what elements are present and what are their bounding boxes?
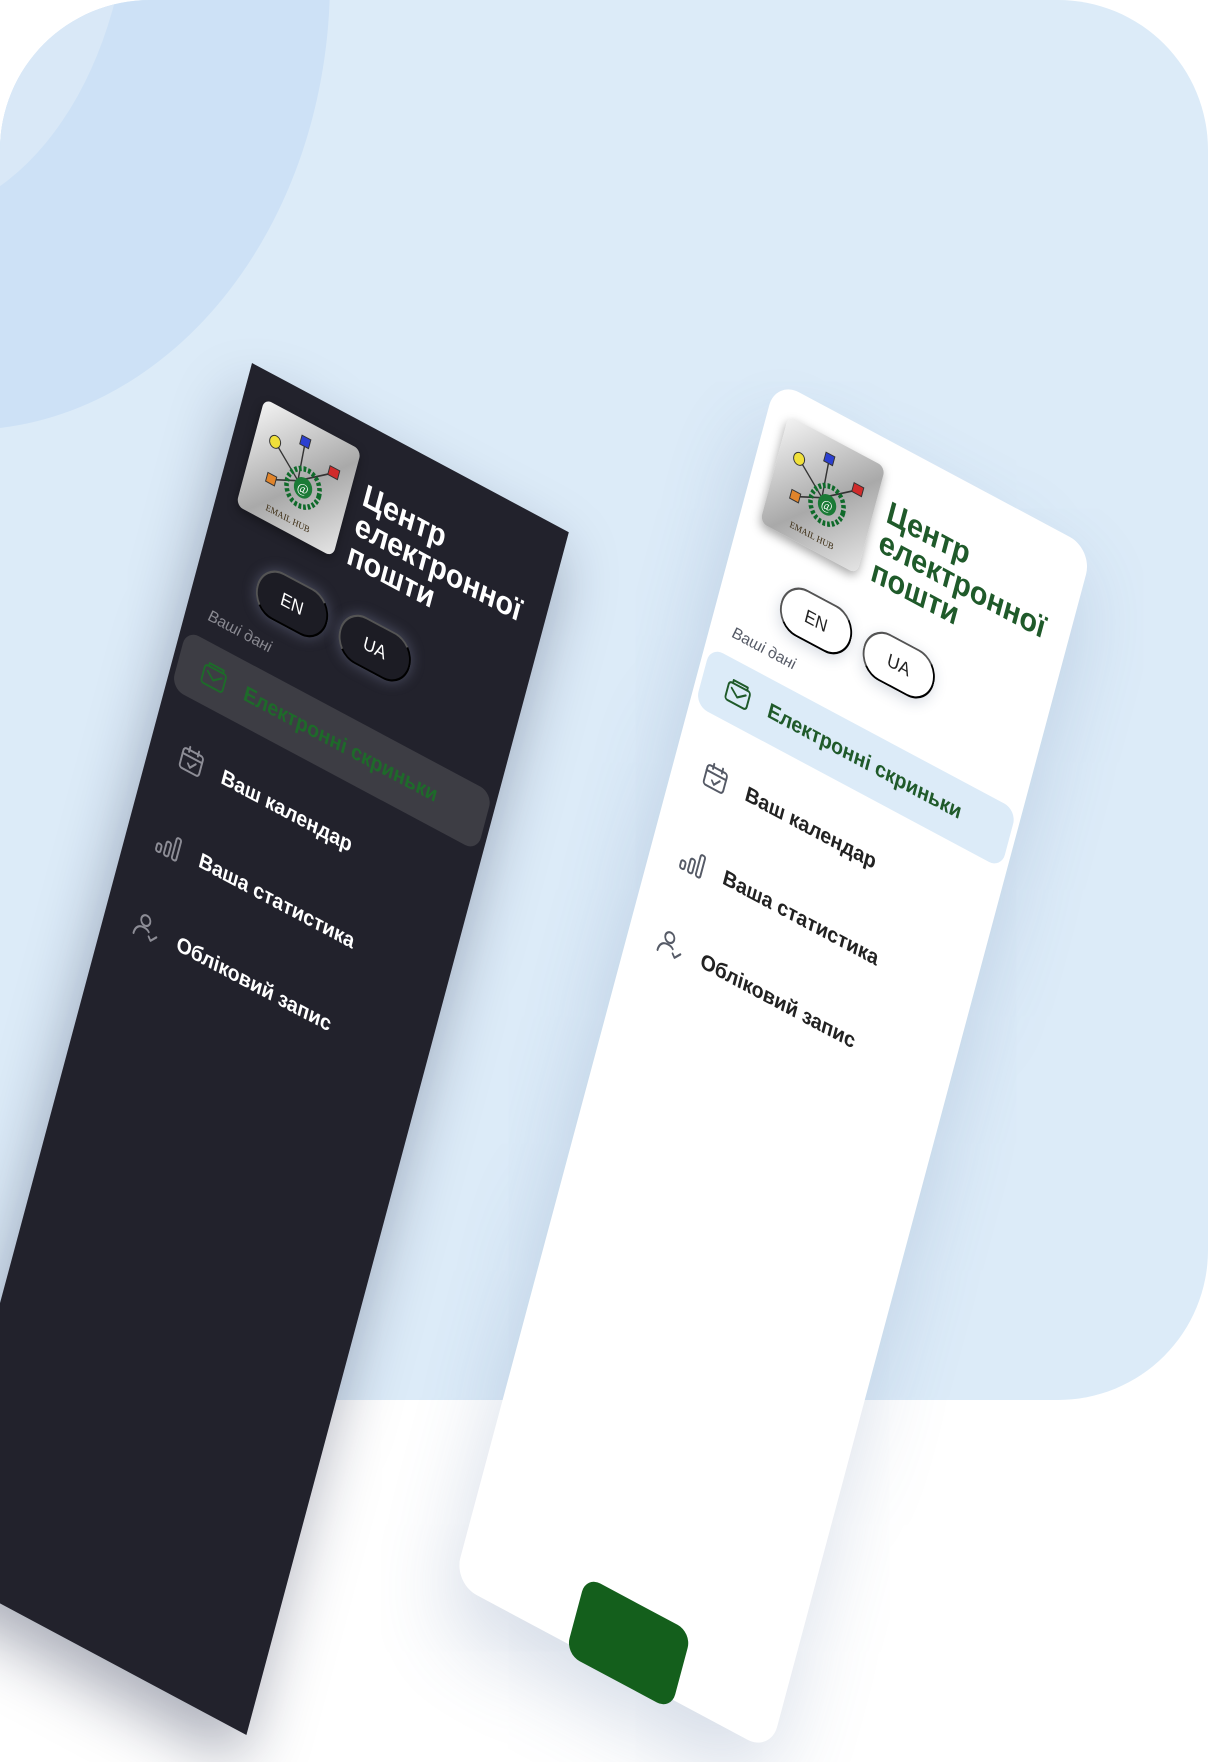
calendar-check-icon — [173, 738, 209, 784]
lang-ua-button[interactable]: UA — [857, 623, 941, 708]
sidebar-item-label: Ваш календар — [218, 765, 355, 858]
bar-chart-icon — [675, 838, 711, 884]
sidebar-item-label: Ваш календар — [742, 782, 879, 875]
user-check-icon — [653, 922, 689, 968]
lang-en-button[interactable]: EN — [250, 561, 334, 647]
mailbox-icon — [196, 655, 232, 701]
lang-en-button[interactable]: EN — [774, 578, 858, 664]
bar-chart-icon — [151, 821, 187, 867]
mailbox-icon — [720, 672, 756, 718]
email-hub-logo-icon: @ EMAIL HUB — [236, 398, 362, 557]
primary-action-button[interactable] — [565, 1576, 692, 1710]
email-hub-logo-icon: @ EMAIL HUB — [760, 415, 886, 574]
calendar-check-icon — [697, 755, 733, 801]
user-check-icon — [129, 905, 165, 951]
lang-ua-button[interactable]: UA — [333, 606, 417, 691]
